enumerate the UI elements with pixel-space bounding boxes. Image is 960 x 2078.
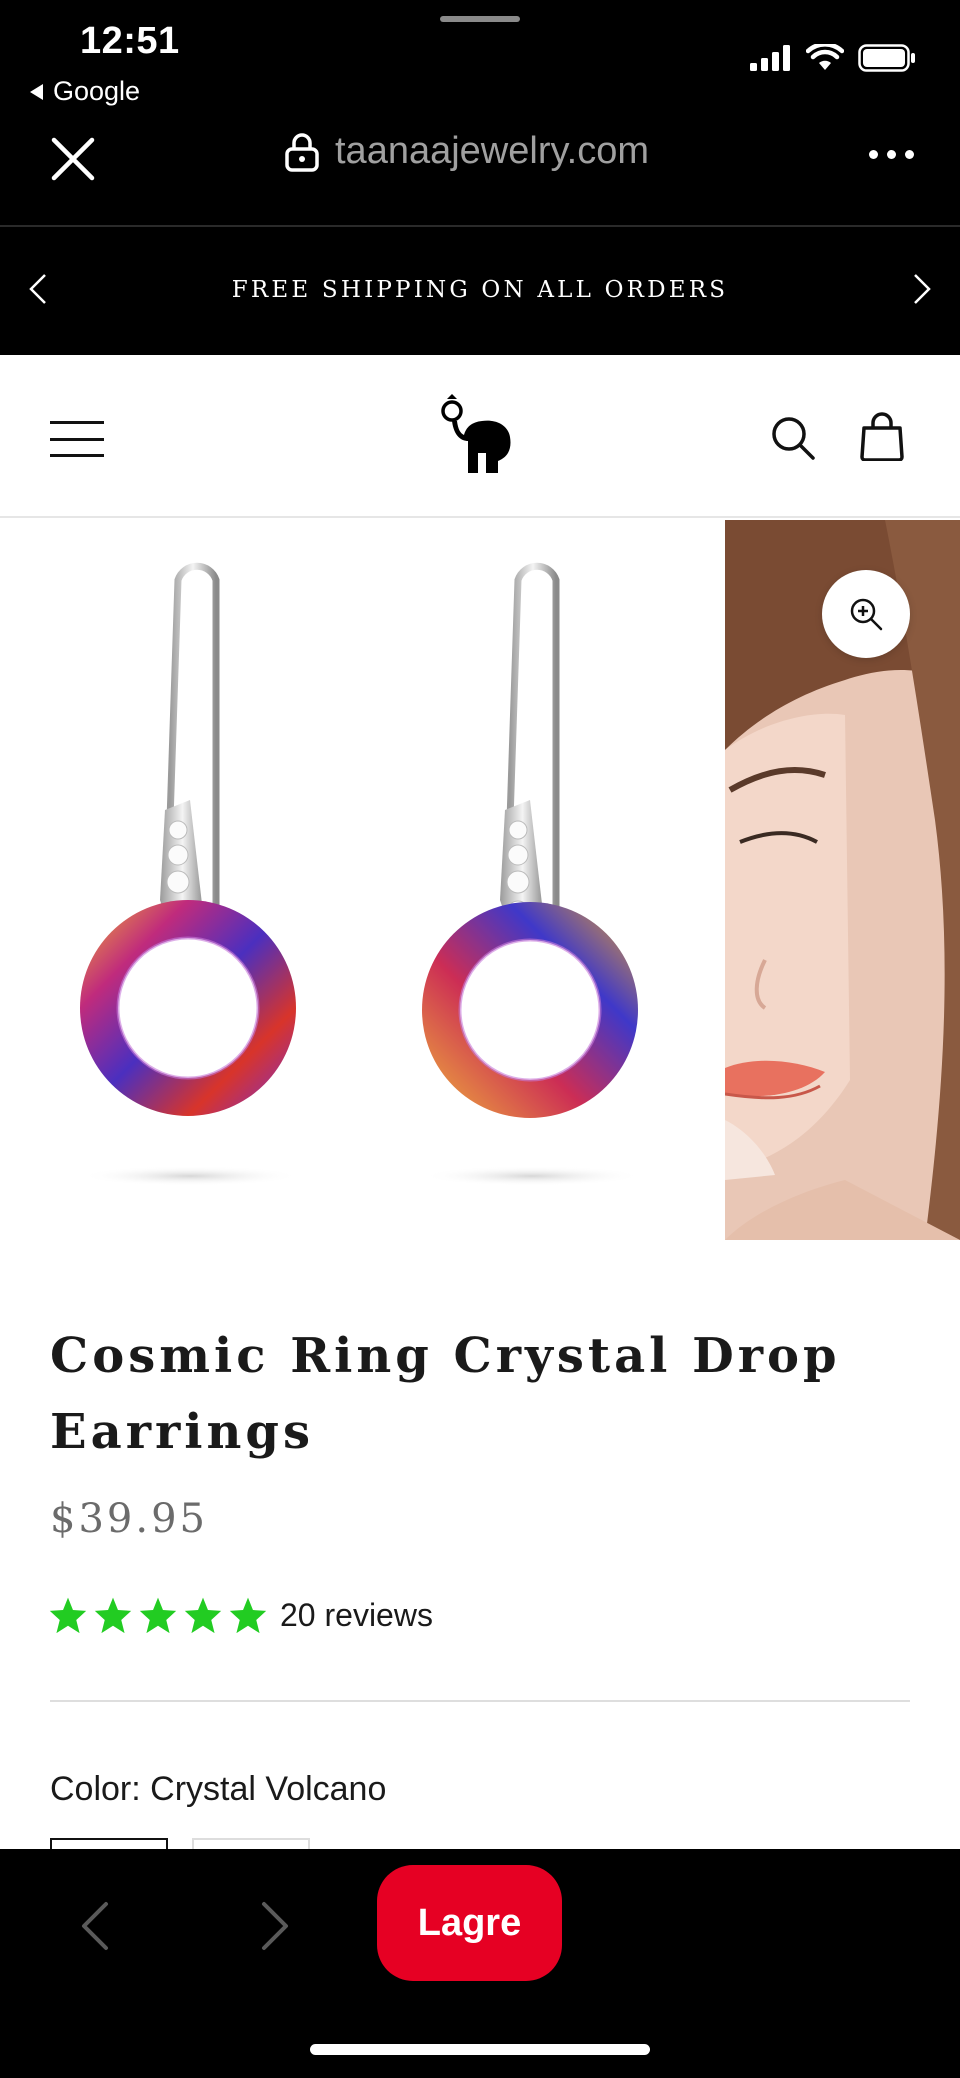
lock-icon	[285, 132, 319, 172]
color-label: Color: Crystal Volcano	[50, 1770, 386, 1809]
product-image[interactable]	[0, 520, 725, 1240]
elephant-logo[interactable]	[436, 391, 516, 481]
back-app-label: Google	[53, 76, 141, 106]
color-label-prefix: Color:	[50, 1770, 141, 1808]
star-icon	[229, 1597, 267, 1634]
rating-summary[interactable]: 20 reviews	[48, 1596, 433, 1634]
star-icon	[184, 1597, 222, 1634]
bag-icon[interactable]	[858, 411, 906, 461]
zoom-in-icon	[850, 598, 883, 631]
product-title: Cosmic Ring Crystal Drop Earrings	[50, 1328, 841, 1460]
close-icon[interactable]	[48, 134, 98, 184]
star-icon	[139, 1597, 177, 1634]
chevron-left-icon[interactable]	[28, 272, 48, 306]
hamburger-icon[interactable]	[50, 421, 104, 457]
review-count[interactable]: 20 reviews	[280, 1597, 433, 1634]
star-icon	[94, 1597, 132, 1634]
site-header	[0, 355, 960, 518]
browser-chrome: 12:51 Google taanaajewelry.com	[0, 0, 960, 225]
battery-icon	[858, 44, 915, 72]
star-icon	[49, 1597, 87, 1634]
more-icon[interactable]	[869, 150, 914, 159]
star-rating	[48, 1596, 268, 1634]
color-value: Crystal Volcano	[150, 1770, 387, 1808]
divider	[50, 1700, 910, 1702]
search-icon[interactable]	[770, 415, 816, 461]
wifi-icon	[806, 44, 844, 70]
announcement-bar: FREE SHIPPING ON ALL ORDERS	[0, 227, 960, 355]
back-triangle-icon	[30, 83, 43, 100]
status-time: 12:51	[80, 20, 180, 62]
status-icons	[750, 44, 916, 72]
forward-arrow-icon[interactable]	[258, 1900, 292, 1952]
home-indicator[interactable]	[310, 2044, 650, 2055]
zoom-button[interactable]	[822, 570, 910, 658]
announcement-text: FREE SHIPPING ON ALL ORDERS	[231, 277, 729, 303]
product-price: $39.95	[50, 1496, 208, 1542]
product-gallery[interactable]	[0, 520, 960, 1240]
chevron-right-icon[interactable]	[912, 272, 932, 306]
back-arrow-icon[interactable]	[78, 1900, 112, 1952]
save-button[interactable]: Lagre	[377, 1865, 562, 1981]
url-text: taanaajewelry.com	[335, 130, 650, 172]
signal-icon	[750, 45, 790, 71]
address-bar[interactable]: taanaajewelry.com	[285, 130, 649, 173]
back-to-app-link[interactable]: Google	[30, 76, 140, 107]
sheet-grabber[interactable]	[440, 16, 520, 22]
